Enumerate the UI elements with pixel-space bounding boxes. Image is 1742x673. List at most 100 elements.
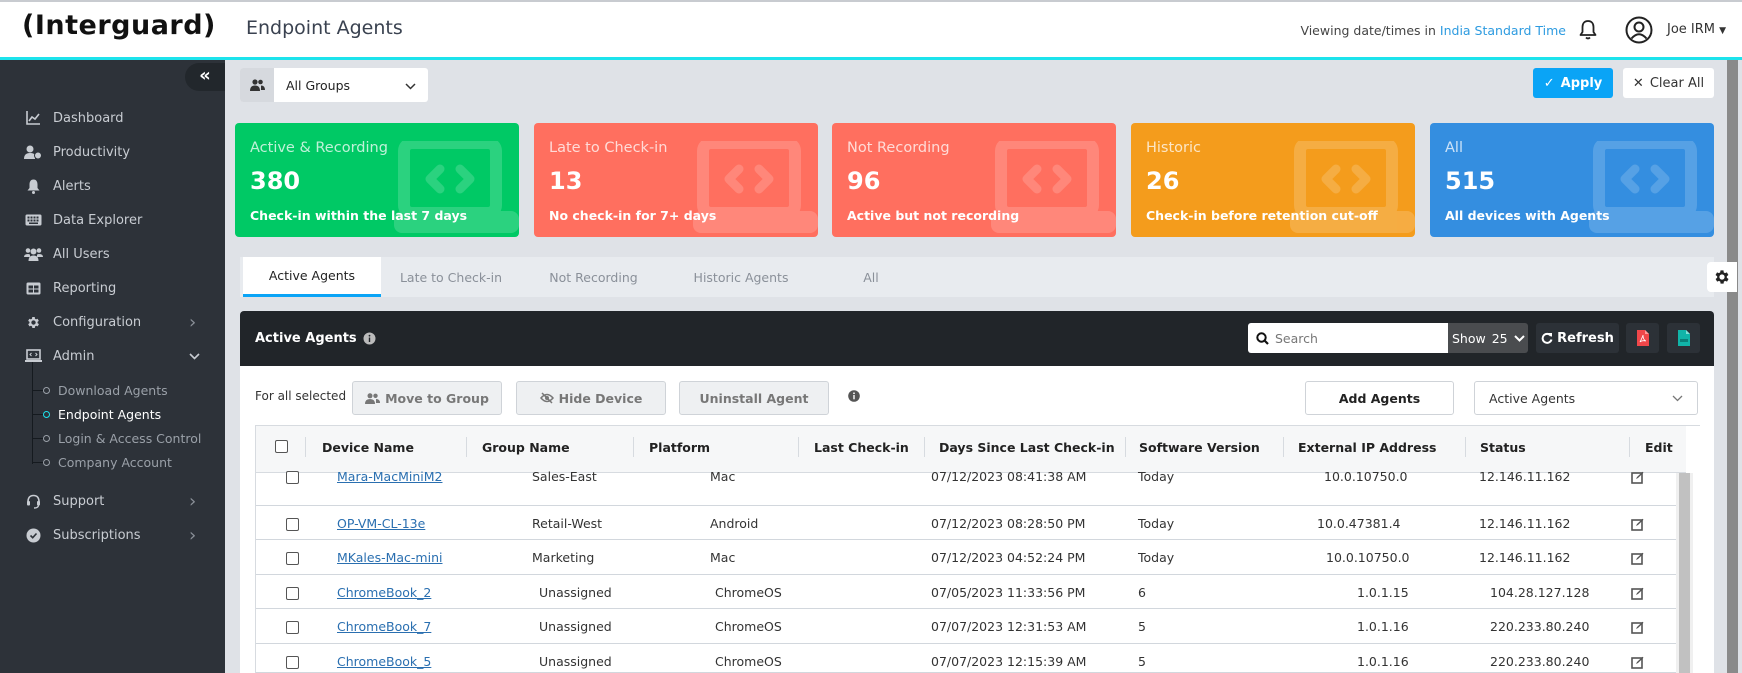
device-name-link[interactable]: ChromeBook_5 [337, 654, 431, 669]
settings-gear-button[interactable] [1707, 262, 1737, 292]
tab-not-recording[interactable]: Not Recording [521, 257, 666, 297]
submenu-download-agents[interactable]: Download Agents [43, 379, 168, 401]
card-description: No check-in for 7+ days [549, 208, 717, 223]
column-header-last-check-in[interactable]: Last Check-in [814, 440, 909, 455]
last-check-in-cell: 07/07/2023 12:15:39 AM [931, 654, 1087, 669]
file-csv-icon [1677, 330, 1690, 346]
card-description: Check-in before retention cut-off [1146, 208, 1378, 223]
software-version-cell: 10.0.10750.0 [1324, 469, 1408, 484]
device-name-link[interactable]: Mara-MacMiniM2 [337, 469, 442, 484]
column-header-device-name[interactable]: Device Name [322, 440, 414, 455]
row-checkbox[interactable] [286, 587, 299, 600]
column-header-software-version[interactable]: Software Version [1139, 440, 1260, 455]
refresh-button[interactable]: Refresh [1536, 323, 1619, 353]
sidebar-item-subscriptions[interactable]: Subscriptions › [0, 520, 225, 550]
search-input[interactable] [1275, 330, 1435, 346]
card-title: All [1445, 140, 1463, 156]
sidebar-item-data-explorer[interactable]: Data Explorer [0, 205, 225, 235]
sidebar-item-configuration[interactable]: Configuration › [0, 307, 225, 337]
row-checkbox[interactable] [286, 621, 299, 634]
select-all-checkbox[interactable] [275, 440, 288, 453]
column-separator [1629, 437, 1630, 457]
platform-cell: ChromeOS [715, 654, 782, 669]
move-to-group-button[interactable]: Move to Group [352, 381, 502, 415]
tab-active-agents[interactable]: Active Agents [243, 257, 381, 297]
close-icon: ✕ [1632, 75, 1644, 91]
group-select[interactable]: All Groups [240, 68, 428, 102]
device-name-link[interactable]: OP-VM-CL-13e [337, 516, 425, 531]
card-value: 380 [250, 167, 301, 195]
column-header-days-since[interactable]: Days Since Last Check-in [939, 440, 1115, 455]
sidebar-item-admin[interactable]: Admin [0, 341, 225, 371]
apply-button[interactable]: ✓ Apply [1533, 68, 1613, 98]
sidebar-item-reporting[interactable]: Reporting [0, 273, 225, 303]
device-name-link[interactable]: ChromeBook_2 [337, 585, 431, 600]
edit-icon[interactable] [1631, 621, 1644, 634]
edit-icon[interactable] [1631, 518, 1644, 531]
sidebar-item-support[interactable]: Support › [0, 486, 225, 516]
submenu-company-account[interactable]: Company Account [43, 451, 172, 473]
chart-line-icon [23, 111, 43, 125]
column-header-platform[interactable]: Platform [649, 440, 710, 455]
add-agents-button[interactable]: Add Agents [1305, 381, 1454, 415]
tab-late-to-check-in[interactable]: Late to Check-in [381, 257, 521, 297]
edit-icon[interactable] [1631, 656, 1644, 669]
agents-filter-value: Active Agents [1489, 390, 1576, 406]
submenu-label: Endpoint Agents [58, 406, 162, 422]
device-name-link[interactable]: ChromeBook_7 [337, 619, 431, 634]
file-pdf-icon [1636, 330, 1649, 346]
page-size-select[interactable]: Show 25 [1448, 323, 1528, 353]
info-icon[interactable] [848, 390, 860, 402]
column-header-external-ip[interactable]: External IP Address [1298, 440, 1436, 455]
row-checkbox[interactable] [286, 552, 299, 565]
notifications-bell-icon[interactable] [1578, 19, 1598, 41]
page-scrollbar[interactable] [1727, 60, 1738, 673]
hide-device-button[interactable]: Hide Device [516, 381, 666, 415]
sidebar-item-label: Reporting [53, 280, 117, 296]
stat-card-all[interactable]: All 515 All devices with Agents [1430, 123, 1714, 237]
edit-icon[interactable] [1631, 587, 1644, 600]
group-name-cell: Sales-East [532, 469, 597, 484]
row-checkbox[interactable] [286, 518, 299, 531]
last-check-in-cell: 07/12/2023 08:41:38 AM [931, 469, 1087, 484]
search-box[interactable] [1248, 323, 1448, 353]
submenu-endpoint-agents[interactable]: Endpoint Agents [43, 403, 161, 425]
info-icon[interactable] [363, 332, 376, 345]
keyboard-icon [23, 214, 43, 226]
column-header-status[interactable]: Status [1480, 440, 1526, 455]
sidebar-item-dashboard[interactable]: Dashboard [0, 103, 225, 133]
stat-card-active-recording[interactable]: Active & Recording 380 Check-in within the… [235, 123, 519, 237]
export-csv-button[interactable] [1667, 323, 1700, 353]
table-scrollbar[interactable] [1679, 473, 1690, 673]
edit-icon[interactable] [1631, 471, 1644, 484]
sidebar-item-label: Alerts [53, 178, 91, 194]
device-name-link[interactable]: MKales-Mac-mini [337, 550, 442, 565]
refresh-icon [1541, 332, 1553, 344]
card-value: 96 [847, 167, 881, 195]
row-checkbox[interactable] [286, 471, 299, 484]
row-checkbox[interactable] [286, 656, 299, 669]
timezone-link[interactable]: India Standard Time [1440, 23, 1566, 38]
user-avatar-icon[interactable] [1625, 16, 1653, 44]
edit-icon[interactable] [1631, 552, 1644, 565]
stat-card-historic[interactable]: Historic 26 Check-in before retention cut-… [1131, 123, 1415, 237]
tab-all[interactable]: All [816, 257, 926, 297]
interguard-logo[interactable]: (Interguard) [22, 10, 216, 41]
clear-all-button[interactable]: ✕ Clear All [1623, 68, 1714, 98]
check-circle-icon [23, 528, 43, 543]
timezone-prefix: Viewing date/times in [1300, 23, 1440, 38]
sidebar-item-productivity[interactable]: Productivity [0, 137, 225, 167]
sidebar-item-alerts[interactable]: Alerts [0, 171, 225, 201]
column-header-group-name[interactable]: Group Name [482, 440, 570, 455]
stat-card-not-recording[interactable]: Not Recording 96 Active but not recording [832, 123, 1116, 237]
stat-card-late-to-check-in[interactable]: Late to Check-in 13 No check-in for 7+ day… [534, 123, 818, 237]
tab-historic-agents[interactable]: Historic Agents [666, 257, 816, 297]
user-menu[interactable]: Joe IRM ▼ [1667, 22, 1726, 37]
submenu-login-access-control[interactable]: Login & Access Control [43, 427, 201, 449]
uninstall-agent-button[interactable]: Uninstall Agent [679, 381, 829, 415]
collapse-sidebar-button[interactable]: « [185, 63, 225, 91]
export-pdf-button[interactable] [1626, 323, 1659, 353]
agents-filter-select[interactable]: Active Agents [1474, 381, 1698, 415]
page-size-value: 25 [1491, 330, 1508, 346]
sidebar-item-all-users[interactable]: All Users [0, 239, 225, 269]
